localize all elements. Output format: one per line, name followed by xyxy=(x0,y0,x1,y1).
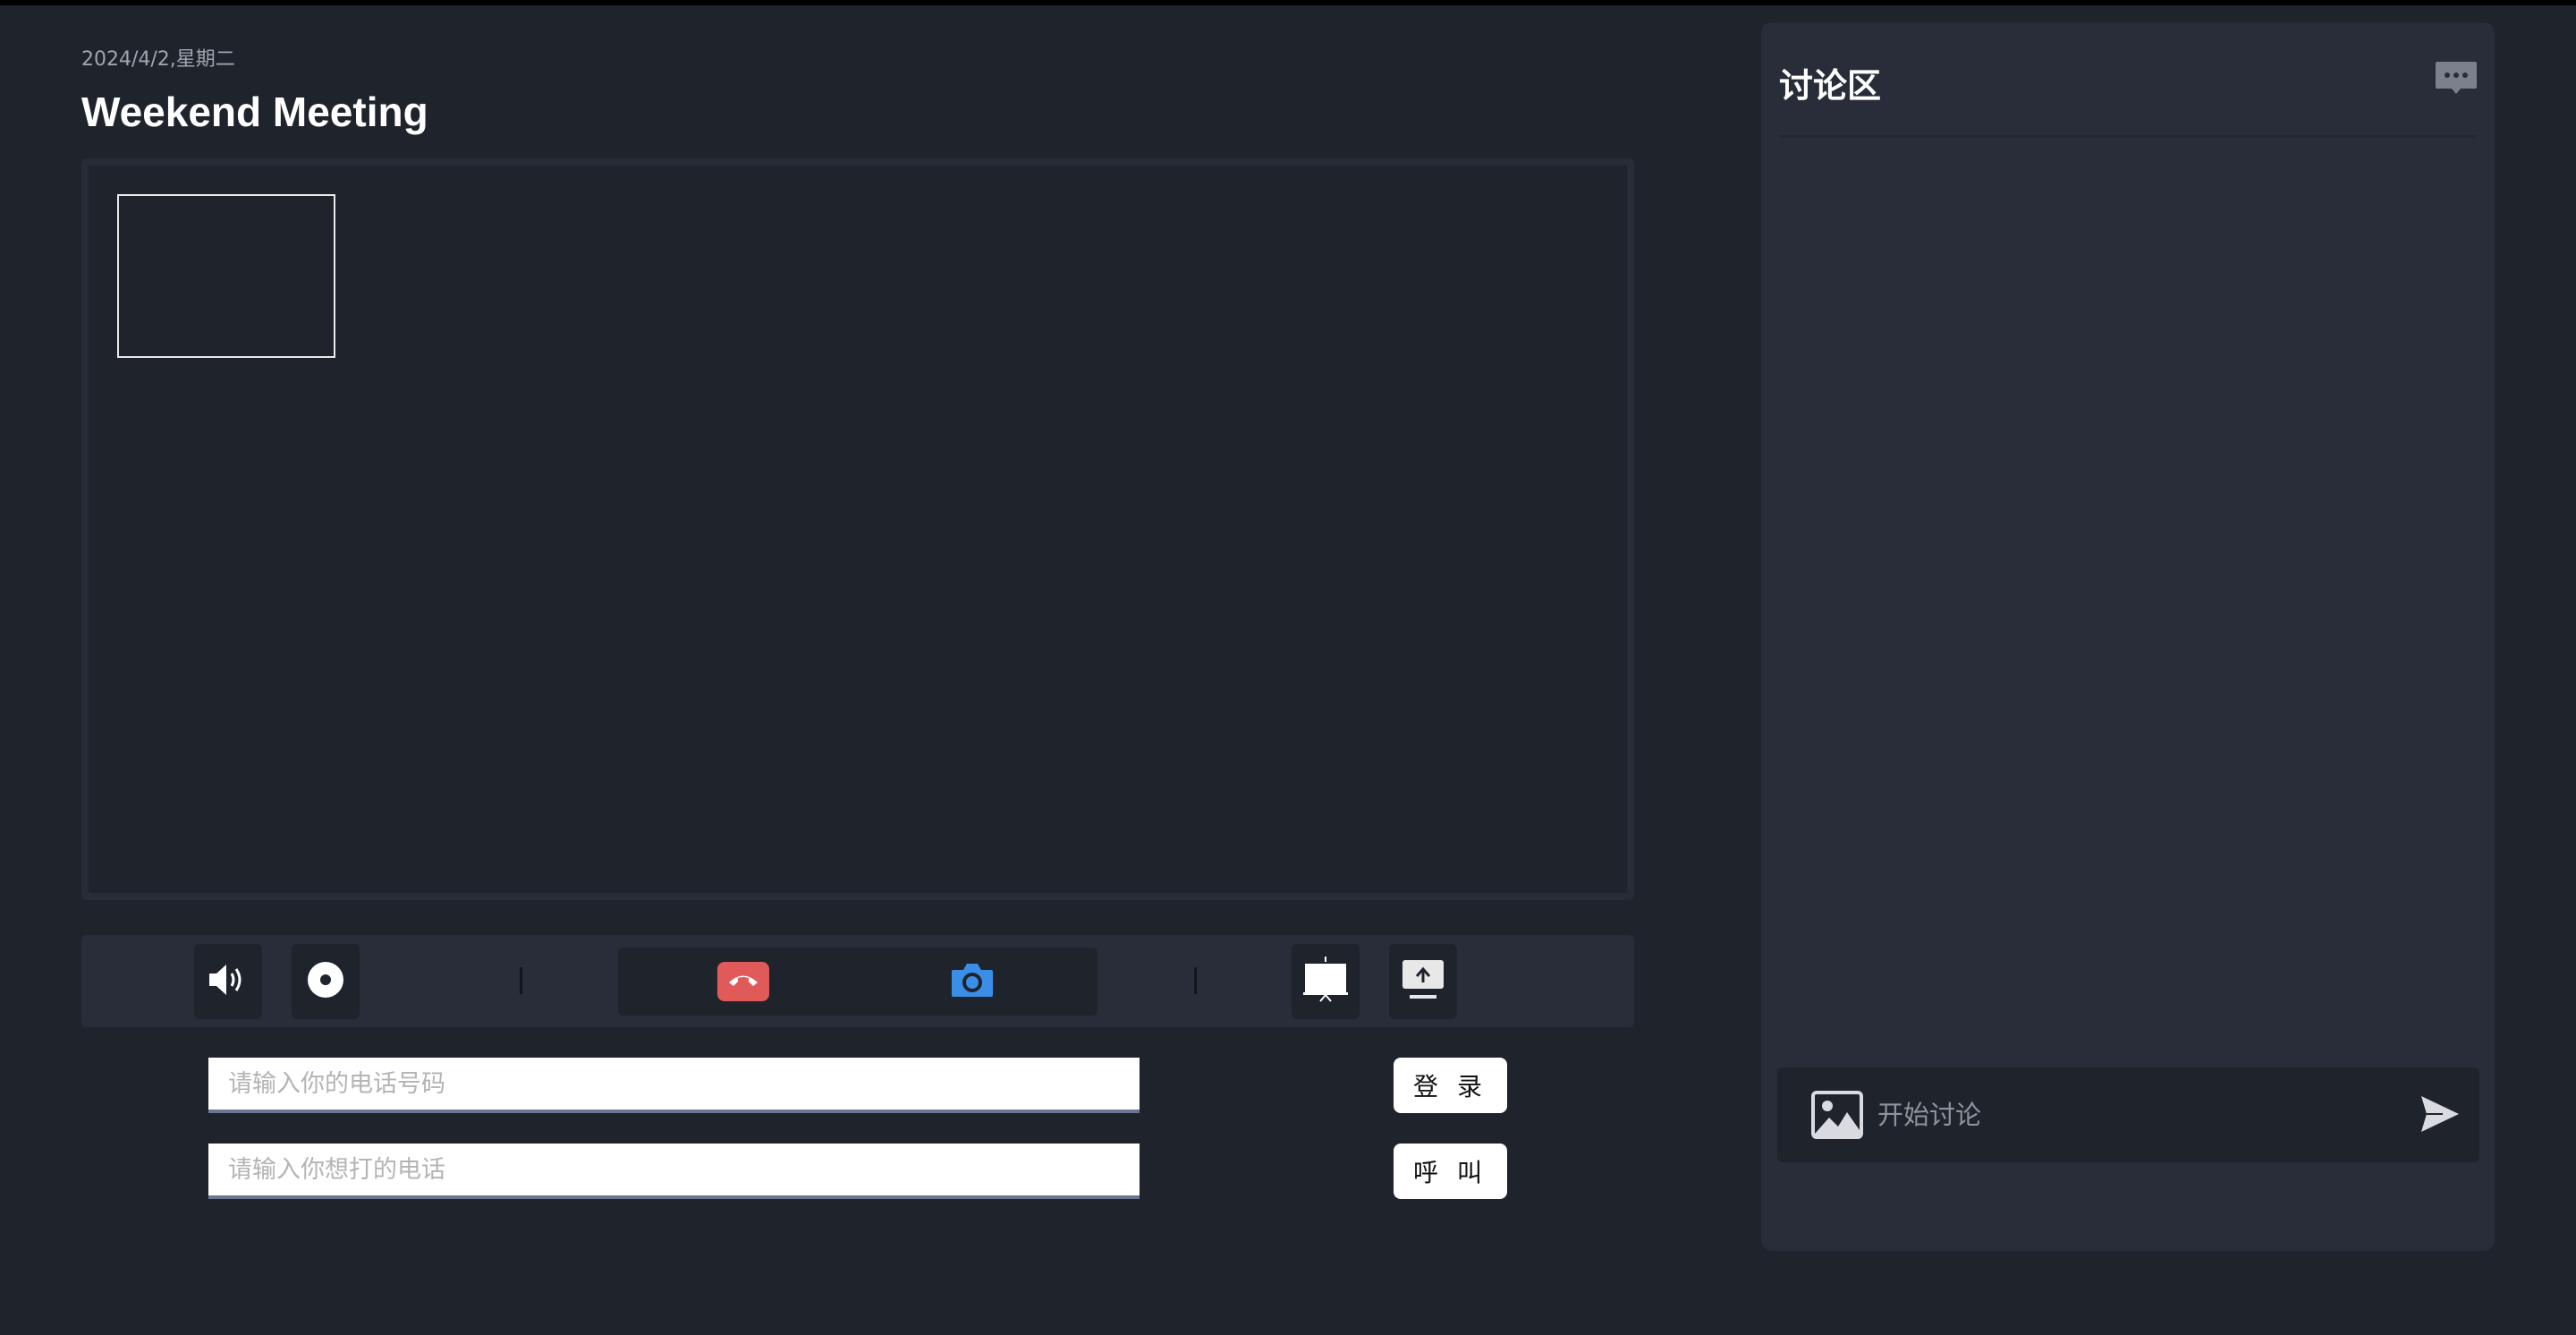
phone-number-input[interactable] xyxy=(208,1058,1140,1113)
camera-icon xyxy=(950,961,995,1002)
screen-share-button[interactable] xyxy=(1389,944,1457,1019)
presentation-icon xyxy=(1303,957,1348,1007)
record-icon xyxy=(307,961,344,1002)
hangup-button[interactable] xyxy=(717,962,769,1001)
speaker-icon xyxy=(208,962,249,1001)
divider xyxy=(1194,967,1197,994)
login-button[interactable]: 登 录 xyxy=(1394,1058,1507,1113)
top-bar xyxy=(0,0,2576,5)
discussion-panel: 讨论区 xyxy=(1761,22,2495,1251)
discussion-input[interactable] xyxy=(1877,1087,2378,1143)
image-icon[interactable] xyxy=(1811,1091,1863,1143)
send-icon[interactable] xyxy=(2419,1094,2461,1137)
meeting-date: 2024/4/2,星期二 xyxy=(81,48,235,71)
local-video-preview xyxy=(117,194,335,358)
call-controls-bar xyxy=(81,935,1634,1027)
presentation-button[interactable] xyxy=(1292,944,1360,1019)
chat-composer xyxy=(1777,1067,2479,1162)
divider xyxy=(520,967,522,994)
panel-divider xyxy=(1779,135,2477,138)
hangup-icon xyxy=(726,971,760,992)
call-action-group xyxy=(618,948,1097,1016)
call-button[interactable]: 呼 叫 xyxy=(1394,1144,1507,1199)
chat-bubble-icon[interactable] xyxy=(2434,60,2479,101)
discussion-title: 讨论区 xyxy=(1779,66,1882,106)
record-button[interactable] xyxy=(292,944,360,1019)
dial-number-input[interactable] xyxy=(208,1144,1140,1199)
camera-button[interactable] xyxy=(949,960,996,1003)
screen-share-icon xyxy=(1401,958,1445,1005)
speaker-button[interactable] xyxy=(194,944,262,1019)
meeting-title: Weekend Meeting xyxy=(81,89,428,135)
